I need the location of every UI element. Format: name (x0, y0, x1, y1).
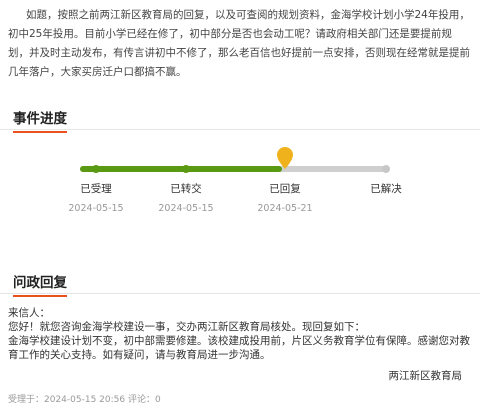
title-underline (13, 295, 67, 297)
section-divider (0, 129, 480, 130)
reply-line-1: 您好！就您咨询金海学校建设一事，交办两江新区教育局核处。现回复如下： (8, 321, 365, 333)
reply-line-2: 金海学校建设计划不变，初中部需要修建。该校建成投用前，片区义务教育学位有保障。感… (8, 335, 470, 361)
step-date-accepted: 2024-05-15 (68, 203, 124, 214)
accepted-meta: 受理于：2024-05-15 20:56 评论：0 (8, 395, 161, 405)
step-dot-resolved (382, 165, 390, 173)
map-pin-icon (277, 147, 293, 169)
reply-body: 来信人： 您好！就您咨询金海学校建设一事，交办两江新区教育局核处。现回复如下： … (8, 306, 470, 362)
progress-track (80, 166, 386, 172)
progress-section-title: 事件进度 (13, 107, 67, 133)
step-label-replied: 已回复 (269, 183, 301, 195)
step-date-replied: 2024-05-21 (257, 203, 313, 214)
step-dot-transferred (182, 165, 190, 173)
step-date-transferred: 2024-05-15 (158, 203, 214, 214)
reply-greeting: 来信人： (8, 307, 50, 319)
reply-section-title: 问政回复 (13, 271, 67, 297)
progress-fill (80, 166, 282, 172)
title-underline (13, 131, 67, 133)
step-label-resolved: 已解决 (370, 183, 402, 195)
reply-signature: 两江新区教育局 (388, 370, 463, 382)
step-label-transferred: 已转交 (170, 183, 202, 195)
step-dot-accepted (92, 165, 100, 173)
reply-title-text: 问政回复 (13, 275, 67, 291)
section-divider (0, 293, 480, 294)
step-label-accepted: 已受理 (80, 183, 112, 195)
progress-title-text: 事件进度 (13, 111, 67, 127)
question-text: 如题，按照之前两江新区教育局的回复，以及可查阅的规划资料，金海学校计划小学24年… (8, 9, 470, 78)
